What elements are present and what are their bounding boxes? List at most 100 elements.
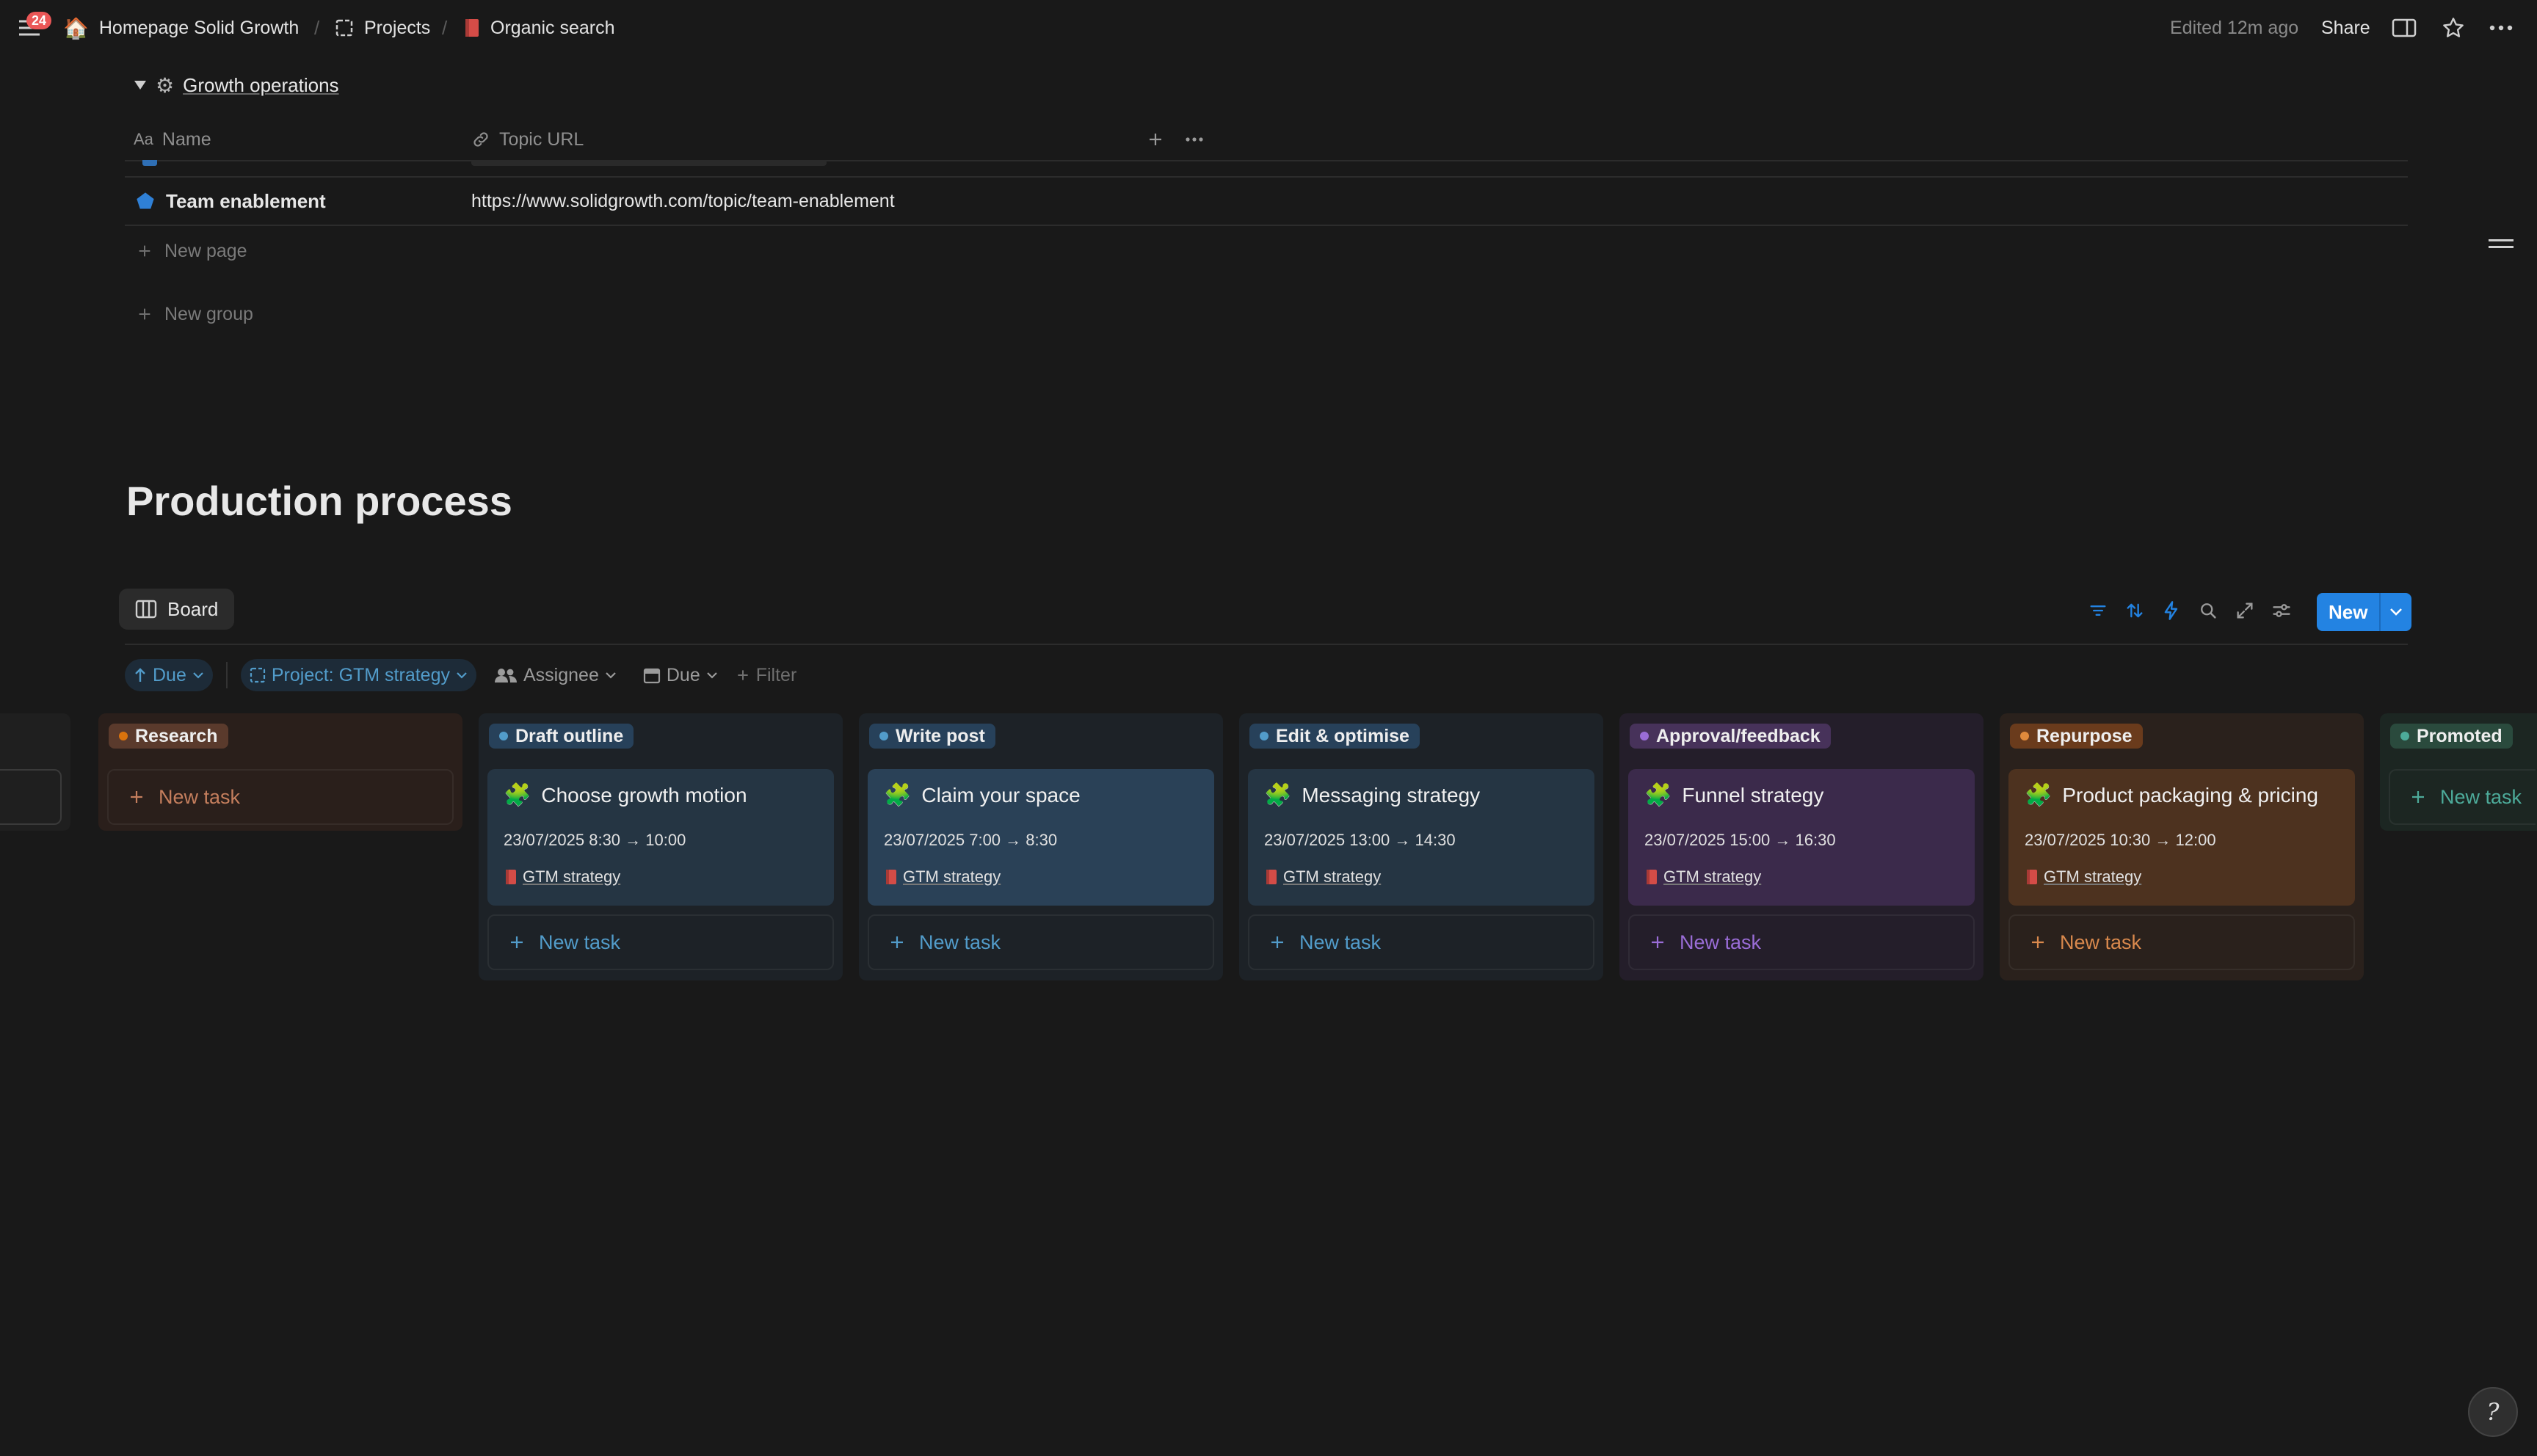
expand-icon[interactable] — [2235, 600, 2255, 621]
column-header[interactable]: Write post — [869, 724, 995, 749]
plus-icon — [1150, 134, 1161, 145]
new-group-button[interactable]: New group — [137, 294, 253, 335]
add-property-button[interactable] — [1147, 119, 1164, 160]
book-icon — [885, 869, 897, 885]
column-title: Draft outline — [515, 725, 624, 746]
new-task-button[interactable]: New task — [2008, 914, 2355, 970]
new-task-button[interactable]: New task — [868, 914, 1214, 970]
column-header-name[interactable]: Aa Name — [134, 119, 211, 160]
new-page-label: New page — [164, 240, 247, 261]
board-column-repurpose: Repurpose 🧩 Product packaging & pricing … — [2000, 713, 2364, 980]
group-header[interactable]: ⚙ Growth operations — [134, 70, 339, 100]
sort-icon[interactable] — [2124, 600, 2145, 621]
view-tab-board[interactable]: Board — [119, 589, 235, 630]
card-project-label: GTM strategy — [1283, 867, 1382, 886]
assignee-filter-label: Assignee — [523, 664, 599, 685]
card-title: Claim your space — [921, 783, 1081, 807]
table-row[interactable]: Team enablement https://www.solidgrowth.… — [125, 178, 2408, 226]
card-title: Funnel strategy — [1682, 783, 1824, 807]
card-project[interactable]: GTM strategy — [885, 867, 1001, 887]
new-task-button[interactable]: New task — [2389, 769, 2536, 825]
collapse-triangle-icon[interactable] — [134, 79, 147, 91]
assignee-filter-chip[interactable]: Assignee — [485, 659, 625, 691]
column-title: Research — [135, 725, 218, 746]
breadcrumb-organic-search[interactable]: Organic search — [464, 13, 615, 43]
more-icon[interactable] — [2489, 13, 2514, 43]
breadcrumb-item: Homepage Solid Growth — [98, 17, 300, 38]
add-filter-button[interactable]: Filter — [727, 659, 806, 691]
puzzle-icon: 🧩 — [1644, 783, 1672, 807]
card-project[interactable]: GTM strategy — [1646, 867, 1761, 887]
project-filter-chip[interactable]: Project: GTM strategy — [240, 659, 476, 691]
plus-icon — [139, 245, 150, 257]
new-page-button[interactable]: New page — [137, 230, 247, 272]
task-card[interactable]: 🧩 Claim your space 23/07/2025 7:00 → 8:3… — [868, 769, 1214, 906]
new-task-button[interactable]: New task — [1628, 914, 1975, 970]
view-toolbar — [2088, 596, 2292, 625]
settings-icon[interactable] — [2271, 600, 2292, 621]
card-project[interactable]: GTM strategy — [1266, 867, 1381, 887]
column-header[interactable]: Promoted — [2390, 724, 2513, 749]
card-project[interactable]: GTM strategy — [2026, 867, 2141, 887]
card-title-row: 🧩 Choose growth motion — [504, 782, 747, 808]
sidebar-toggle-icon[interactable] — [2392, 13, 2417, 43]
task-card[interactable]: 🧩 Funnel strategy 23/07/2025 15:00 → 16:… — [1628, 769, 1975, 906]
card-project-label: GTM strategy — [1663, 867, 1762, 886]
help-button[interactable]: ? — [2468, 1387, 2518, 1437]
new-task-label: New task — [539, 931, 621, 953]
task-card[interactable]: 🧩 Messaging strategy 23/07/2025 13:00 → … — [1248, 769, 1594, 906]
column-label: Name — [161, 128, 211, 150]
new-task-button[interactable]: New task — [1248, 914, 1594, 970]
card-title-row: 🧩 Messaging strategy — [1264, 782, 1480, 808]
puzzle-icon: 🧩 — [1264, 783, 1292, 807]
scroll-indicator[interactable] — [2489, 239, 2514, 248]
column-title: Approval/feedback — [1656, 725, 1821, 746]
lightning-icon[interactable] — [2161, 600, 2182, 621]
new-button[interactable]: New — [2317, 593, 2380, 631]
card-date: 23/07/2025 7:00 → 8:30 — [884, 831, 1058, 849]
new-task-button[interactable]: New task — [487, 914, 834, 970]
column-header[interactable]: Repurpose — [2010, 724, 2143, 749]
new-task-button[interactable]: New task — [107, 769, 454, 825]
new-task-label: New task — [159, 785, 241, 808]
chevron-down-icon — [706, 672, 717, 679]
chevron-down-icon — [457, 672, 467, 679]
row-url-cell[interactable]: https://www.solidgrowth.com/topic/team-e… — [471, 178, 895, 225]
breadcrumb-item: Organic search — [490, 17, 615, 38]
breadcrumb-workspace[interactable]: 🏠 Homepage Solid Growth — [63, 13, 299, 43]
calendar-icon — [643, 668, 660, 684]
board-column-edit-optimise: Edit & optimise 🧩 Messaging strategy 23/… — [1239, 713, 1603, 980]
arrow-up-icon — [135, 668, 145, 682]
sort-chip[interactable]: Due — [125, 659, 213, 691]
column-header-url[interactable]: Topic URL — [471, 119, 584, 160]
card-project[interactable]: GTM strategy — [505, 867, 620, 887]
new-button-group: New — [2317, 593, 2412, 631]
row-name-cell[interactable]: Team enablement — [135, 178, 326, 225]
column-header[interactable]: Approval/feedback — [1630, 724, 1831, 749]
new-task-button[interactable] — [0, 769, 62, 825]
board-column-draft-outline: Draft outline 🧩 Choose growth motion 23/… — [479, 713, 843, 980]
new-task-label: New task — [2440, 785, 2522, 808]
star-icon[interactable] — [2442, 13, 2465, 43]
row-url[interactable]: https://www.solidgrowth.com/topic/team-e… — [471, 191, 895, 212]
board-column-promoted: Promoted New task — [2380, 713, 2537, 831]
share-button[interactable]: Share — [2321, 13, 2370, 43]
search-icon[interactable] — [2198, 600, 2218, 621]
column-header[interactable]: Draft outline — [489, 724, 634, 749]
notification-badge: 24 — [26, 12, 51, 29]
column-header[interactable]: Research — [109, 724, 228, 749]
column-header[interactable]: Edit & optimise — [1249, 724, 1420, 749]
project-filter-label: Project: GTM strategy — [271, 664, 450, 685]
breadcrumb-projects[interactable]: Projects — [335, 13, 430, 43]
task-card[interactable]: 🧩 Product packaging & pricing 23/07/2025… — [2008, 769, 2355, 906]
plus-icon — [2412, 791, 2424, 803]
task-card[interactable]: 🧩 Choose growth motion 23/07/2025 8:30 →… — [487, 769, 834, 906]
filter-icon[interactable] — [2088, 600, 2108, 621]
table-row-partial — [125, 160, 2408, 178]
new-dropdown-button[interactable] — [2379, 593, 2412, 631]
due-filter-label: Due — [666, 664, 700, 685]
more-icon[interactable] — [1185, 119, 1204, 160]
card-title-row: 🧩 Claim your space — [884, 782, 1081, 808]
due-filter-chip[interactable]: Due — [634, 659, 727, 691]
plus-icon — [131, 791, 142, 803]
